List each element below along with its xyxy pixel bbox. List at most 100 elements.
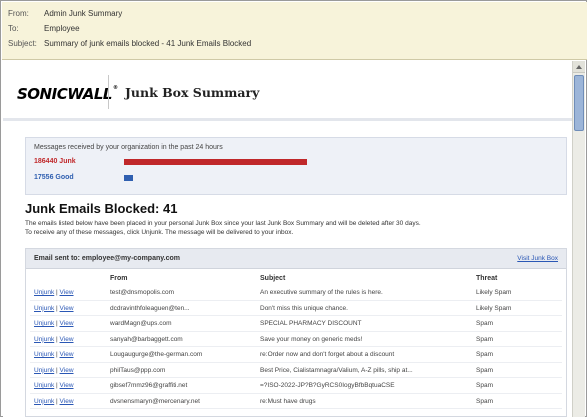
email-header: From: Admin Junk Summary To: Employee Subj… <box>2 2 587 60</box>
table-row: Unjunk | View gibsef7mmz96@graffiti.net =?… <box>26 380 566 391</box>
column-header-subject: Subject <box>260 275 286 282</box>
row-divider <box>30 330 562 332</box>
view-link[interactable]: View <box>60 289 74 296</box>
table-header-bar: Email sent to: employee@my-company.com V… <box>26 249 566 269</box>
row-threat: Spam <box>476 351 493 358</box>
to-row: To: Employee <box>8 23 80 35</box>
unjunk-link[interactable]: Unjunk <box>34 336 54 343</box>
junk-table: Email sent to: employee@my-company.com V… <box>25 248 567 417</box>
table-row: Unjunk | View test@dnsmopolis.com An execu… <box>26 287 566 298</box>
row-threat: Spam <box>476 335 493 343</box>
page-title: Junk Box Summary <box>125 85 260 100</box>
unjunk-link[interactable]: Unjunk <box>34 398 54 405</box>
subject-value: Summary of junk emails blocked - 41 Junk… <box>44 39 252 48</box>
row-from: test@dnsmopolis.com <box>110 289 175 296</box>
row-actions: Unjunk | View <box>34 366 74 374</box>
row-divider <box>30 315 562 316</box>
row-actions: Unjunk | View <box>34 397 74 405</box>
row-divider <box>30 392 562 394</box>
row-from: wardMagn@ups.com <box>110 320 172 327</box>
unjunk-link[interactable]: Unjunk <box>34 351 54 358</box>
table-row: Unjunk | View dcdravinthfoleaguen@ten... D… <box>26 303 566 314</box>
to-label: To: <box>8 24 19 33</box>
stats-panel: Messages received by your organization i… <box>25 137 567 195</box>
subject-label: Subject: <box>8 39 37 48</box>
stats-heading: Messages received by your organization i… <box>34 144 223 151</box>
row-actions: Unjunk | View <box>34 304 74 312</box>
email-body: SONICWALL® Junk Box Summary Messages rec… <box>3 61 573 417</box>
view-link[interactable]: View <box>60 336 74 343</box>
scroll-thumb[interactable] <box>574 75 584 131</box>
view-link[interactable]: View <box>60 305 74 312</box>
column-header-threat: Threat <box>476 275 498 282</box>
row-threat: Likely Spam <box>476 289 512 296</box>
sonicwall-logo: SONICWALL® <box>17 85 118 103</box>
table-row: Unjunk | View dvsnensmaryn@mercenary.net r… <box>26 396 566 407</box>
row-actions: Unjunk | View <box>34 335 74 343</box>
good-bar <box>124 175 133 181</box>
unjunk-link[interactable]: Unjunk <box>34 320 54 327</box>
row-divider <box>30 361 562 363</box>
row-subject: Best Price, Cialistamnagra/Valium, A-Z p… <box>260 366 413 374</box>
row-subject: Save your money on generic meds! <box>260 335 363 343</box>
row-actions: Unjunk | View <box>34 320 74 327</box>
column-header-from: From <box>110 275 128 282</box>
summary-line-1: The emails listed below have been placed… <box>25 220 421 227</box>
row-from: dcdravinthfoleaguen@ten... <box>110 304 190 312</box>
view-link[interactable]: View <box>60 398 74 405</box>
view-link[interactable]: View <box>60 367 74 374</box>
good-count-label: 17556 Good <box>34 174 74 181</box>
subject-row: Subject: Summary of junk emails blocked -… <box>8 38 251 50</box>
view-link[interactable]: View <box>60 320 74 327</box>
unjunk-link[interactable]: Unjunk <box>34 289 54 296</box>
unjunk-link[interactable]: Unjunk <box>34 367 54 374</box>
scroll-up-arrow-icon[interactable] <box>573 61 585 73</box>
row-threat: Likely Spam <box>476 304 512 312</box>
summary-text: The emails listed below have been placed… <box>25 219 567 237</box>
row-threat: Spam <box>476 382 493 389</box>
row-actions: Unjunk | View <box>34 289 74 296</box>
from-value: Admin Junk Summary <box>44 9 123 18</box>
row-divider <box>30 346 562 347</box>
view-link[interactable]: View <box>60 382 74 389</box>
table-row: Unjunk | View wardMagn@ups.com SPECIAL PHA… <box>26 318 566 329</box>
row-subject: SPECIAL PHARMACY DISCOUNT <box>260 320 362 327</box>
view-link[interactable]: View <box>60 351 74 358</box>
unjunk-link[interactable]: Unjunk <box>34 305 54 312</box>
junk-bar <box>124 159 307 165</box>
to-value: Employee <box>44 24 80 33</box>
row-divider <box>30 408 562 409</box>
row-from: philTaus@ppp.com <box>110 366 166 374</box>
row-actions: Unjunk | View <box>34 382 74 389</box>
row-threat: Spam <box>476 397 493 405</box>
vertical-scrollbar[interactable] <box>572 61 585 417</box>
row-threat: Spam <box>476 366 493 374</box>
row-from: gibsef7mmz96@graffiti.net <box>110 382 188 389</box>
row-divider <box>30 299 562 301</box>
table-row: Unjunk | View Lougaugurge@the-german.com r… <box>26 349 566 360</box>
row-divider <box>30 377 562 378</box>
sent-to-label: Email sent to: employee@my-company.com <box>34 255 180 262</box>
row-subject: re:Must have drugs <box>260 397 316 405</box>
from-row: From: Admin Junk Summary <box>8 8 122 20</box>
table-row: Unjunk | View philTaus@ppp.com Best Price,… <box>26 365 566 376</box>
blocked-heading: Junk Emails Blocked: 41 <box>25 201 178 216</box>
junk-count-label: 186440 Junk <box>34 158 76 165</box>
visit-junk-box-link[interactable]: Visit Junk Box <box>517 255 558 262</box>
row-subject: Don't miss this unique chance. <box>260 304 348 312</box>
summary-line-2: To receive any of these messages, click … <box>25 229 294 236</box>
row-actions: Unjunk | View <box>34 351 74 358</box>
row-from: Lougaugurge@the-german.com <box>110 351 203 358</box>
table-row: Unjunk | View sanyah@barbaggett.com Save y… <box>26 334 566 345</box>
brand-bar: SONICWALL® Junk Box Summary <box>3 61 573 121</box>
row-subject: An executive summary of the rules is her… <box>260 289 383 296</box>
divider <box>108 75 109 109</box>
from-label: From: <box>8 9 29 18</box>
row-subject: re:Order now and don't forget about a di… <box>260 351 395 358</box>
row-from: dvsnensmaryn@mercenary.net <box>110 397 200 405</box>
row-subject: =?ISO-2022-JP?B?GyRCS0IogyBfbBqtuaCSE <box>260 382 395 389</box>
row-threat: Spam <box>476 320 493 327</box>
email-window: From: Admin Junk Summary To: Employee Subj… <box>0 0 587 417</box>
row-from: sanyah@barbaggett.com <box>110 335 183 343</box>
unjunk-link[interactable]: Unjunk <box>34 382 54 389</box>
